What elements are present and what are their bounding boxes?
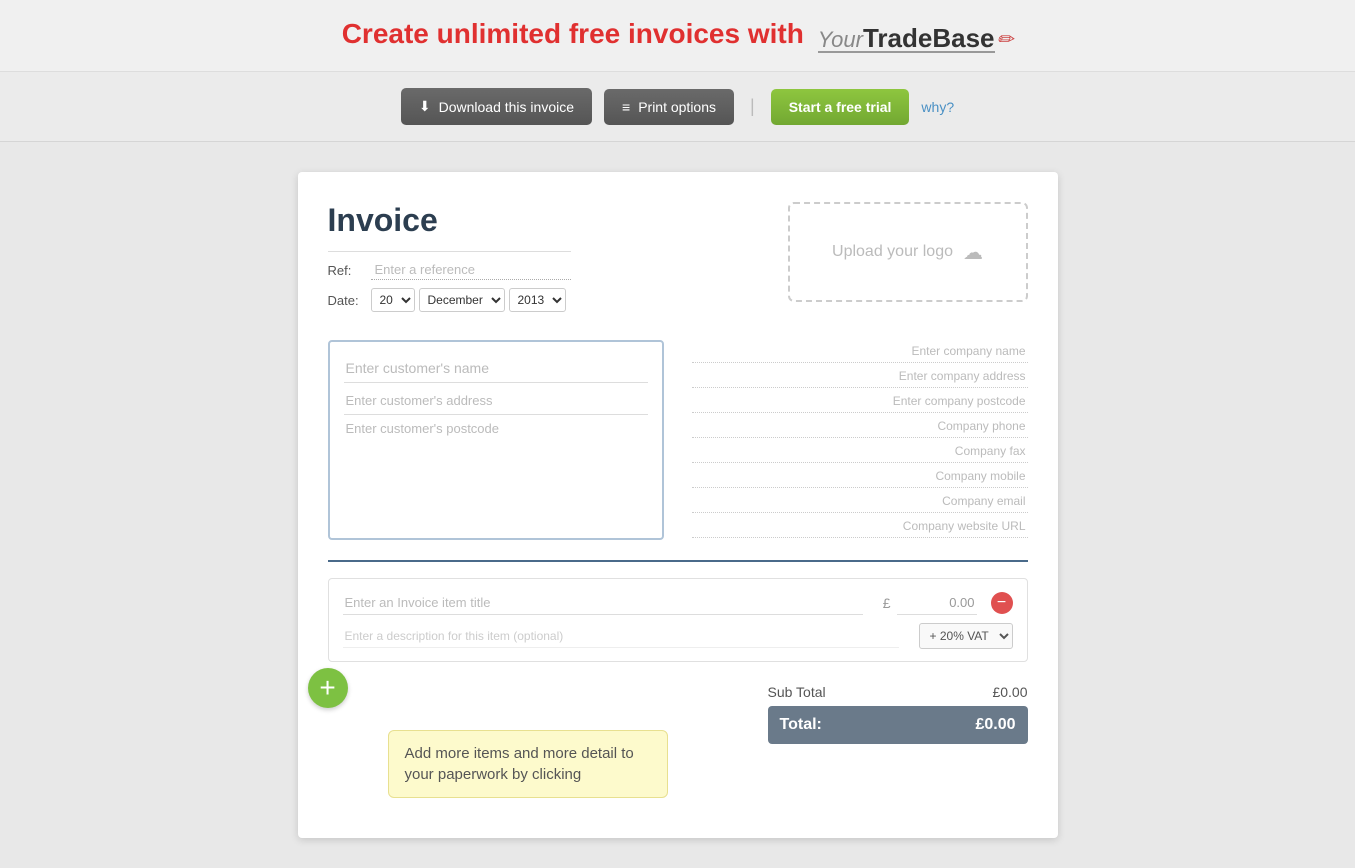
invoice-card: Invoice Ref: Date: 20 December — [298, 172, 1058, 838]
print-icon: ≡ — [622, 99, 630, 115]
item-title-input[interactable] — [343, 591, 863, 615]
subtotal-label: Sub Total — [768, 684, 826, 700]
section-divider — [328, 560, 1028, 562]
item-row-bottom: + 20% VAT — [343, 623, 1013, 649]
remove-item-button[interactable]: − — [991, 592, 1013, 614]
date-day-select[interactable]: 20 — [371, 288, 415, 312]
vat-select[interactable]: + 20% VAT — [919, 623, 1013, 649]
currency-symbol: £ — [883, 595, 891, 611]
add-item-button[interactable]: + — [308, 668, 348, 708]
item-desc-input[interactable] — [343, 625, 899, 648]
company-fax-input[interactable] — [692, 440, 1028, 463]
hint-text: Add more items and more detail to your p… — [405, 745, 634, 783]
hint-area: Add more items and more detail to your p… — [328, 738, 1028, 818]
pencil-icon: ✏ — [997, 27, 1014, 52]
customer-box — [328, 340, 664, 540]
brand-your: Your — [818, 27, 863, 52]
print-label: Print options — [638, 99, 716, 115]
customer-name-input[interactable] — [344, 354, 648, 383]
customer-address-input[interactable] — [344, 387, 648, 415]
company-name-input[interactable] — [692, 340, 1028, 363]
download-icon: ⬇ — [419, 98, 431, 115]
customer-postcode-input[interactable] — [344, 415, 648, 442]
why-link[interactable]: why? — [921, 99, 954, 115]
plus-icon: + — [319, 674, 335, 702]
company-website-input[interactable] — [692, 515, 1028, 538]
total-value: £0.00 — [975, 716, 1015, 734]
company-phone-input[interactable] — [692, 415, 1028, 438]
remove-icon: − — [997, 595, 1006, 611]
header-banner: Create unlimited free invoices with Your… — [0, 0, 1355, 72]
subtotal-row: Sub Total £0.00 — [768, 678, 1028, 706]
address-section — [328, 340, 1028, 540]
hint-box: Add more items and more detail to your p… — [388, 730, 668, 798]
download-button[interactable]: ⬇ Download this invoice — [401, 88, 592, 125]
invoice-meta: Ref: Date: 20 December 2013 — [328, 251, 571, 312]
company-info — [692, 340, 1028, 540]
ref-input[interactable] — [371, 260, 571, 280]
item-price-input[interactable] — [897, 591, 977, 615]
date-label: Date: — [328, 293, 363, 308]
download-label: Download this invoice — [439, 99, 574, 115]
main-content: Invoice Ref: Date: 20 December — [0, 142, 1355, 868]
company-mobile-input[interactable] — [692, 465, 1028, 488]
print-button[interactable]: ≡ Print options — [604, 89, 734, 125]
ref-label: Ref: — [328, 263, 363, 278]
trial-button[interactable]: Start a free trial — [771, 89, 910, 125]
total-label: Total: — [780, 716, 822, 734]
item-price-section: £ − — [883, 591, 1013, 615]
brand-base: Base — [932, 23, 994, 53]
company-postcode-input[interactable] — [692, 390, 1028, 413]
ref-row: Ref: — [328, 260, 571, 280]
cloud-upload-icon: ☁ — [963, 240, 983, 265]
vat-select-wrapper: + 20% VAT — [919, 623, 1013, 649]
toolbar-divider: | — [746, 96, 759, 117]
company-address-input[interactable] — [692, 365, 1028, 388]
logo-upload-area[interactable]: Upload your logo ☁ — [788, 202, 1028, 302]
trial-label: Start a free trial — [789, 99, 892, 115]
date-year-select[interactable]: 2013 — [509, 288, 566, 312]
company-email-input[interactable] — [692, 490, 1028, 513]
toolbar: ⬇ Download this invoice ≡ Print options … — [0, 72, 1355, 142]
invoice-title-section: Invoice Ref: Date: 20 December — [328, 202, 571, 320]
logo-upload-text: Upload your logo — [832, 243, 953, 261]
item-row-top: £ − — [343, 591, 1013, 615]
date-row: Date: 20 December 2013 — [328, 288, 571, 312]
brand-trade: Trade — [863, 23, 932, 53]
date-month-select[interactable]: December — [419, 288, 505, 312]
invoice-header: Invoice Ref: Date: 20 December — [328, 202, 1028, 320]
invoice-title: Invoice — [328, 202, 571, 239]
brand-logo: YourTradeBase ✏ — [818, 25, 1014, 53]
subtotal-value: £0.00 — [992, 684, 1027, 700]
header-tagline: Create unlimited free invoices with — [342, 18, 804, 49]
invoice-item-row: £ − + 20% VAT — [328, 578, 1028, 662]
add-item-section: + Sub Total £0.00 Total: £0.00 — [328, 678, 1028, 728]
totals-table: Sub Total £0.00 Total: £0.00 — [768, 678, 1028, 744]
